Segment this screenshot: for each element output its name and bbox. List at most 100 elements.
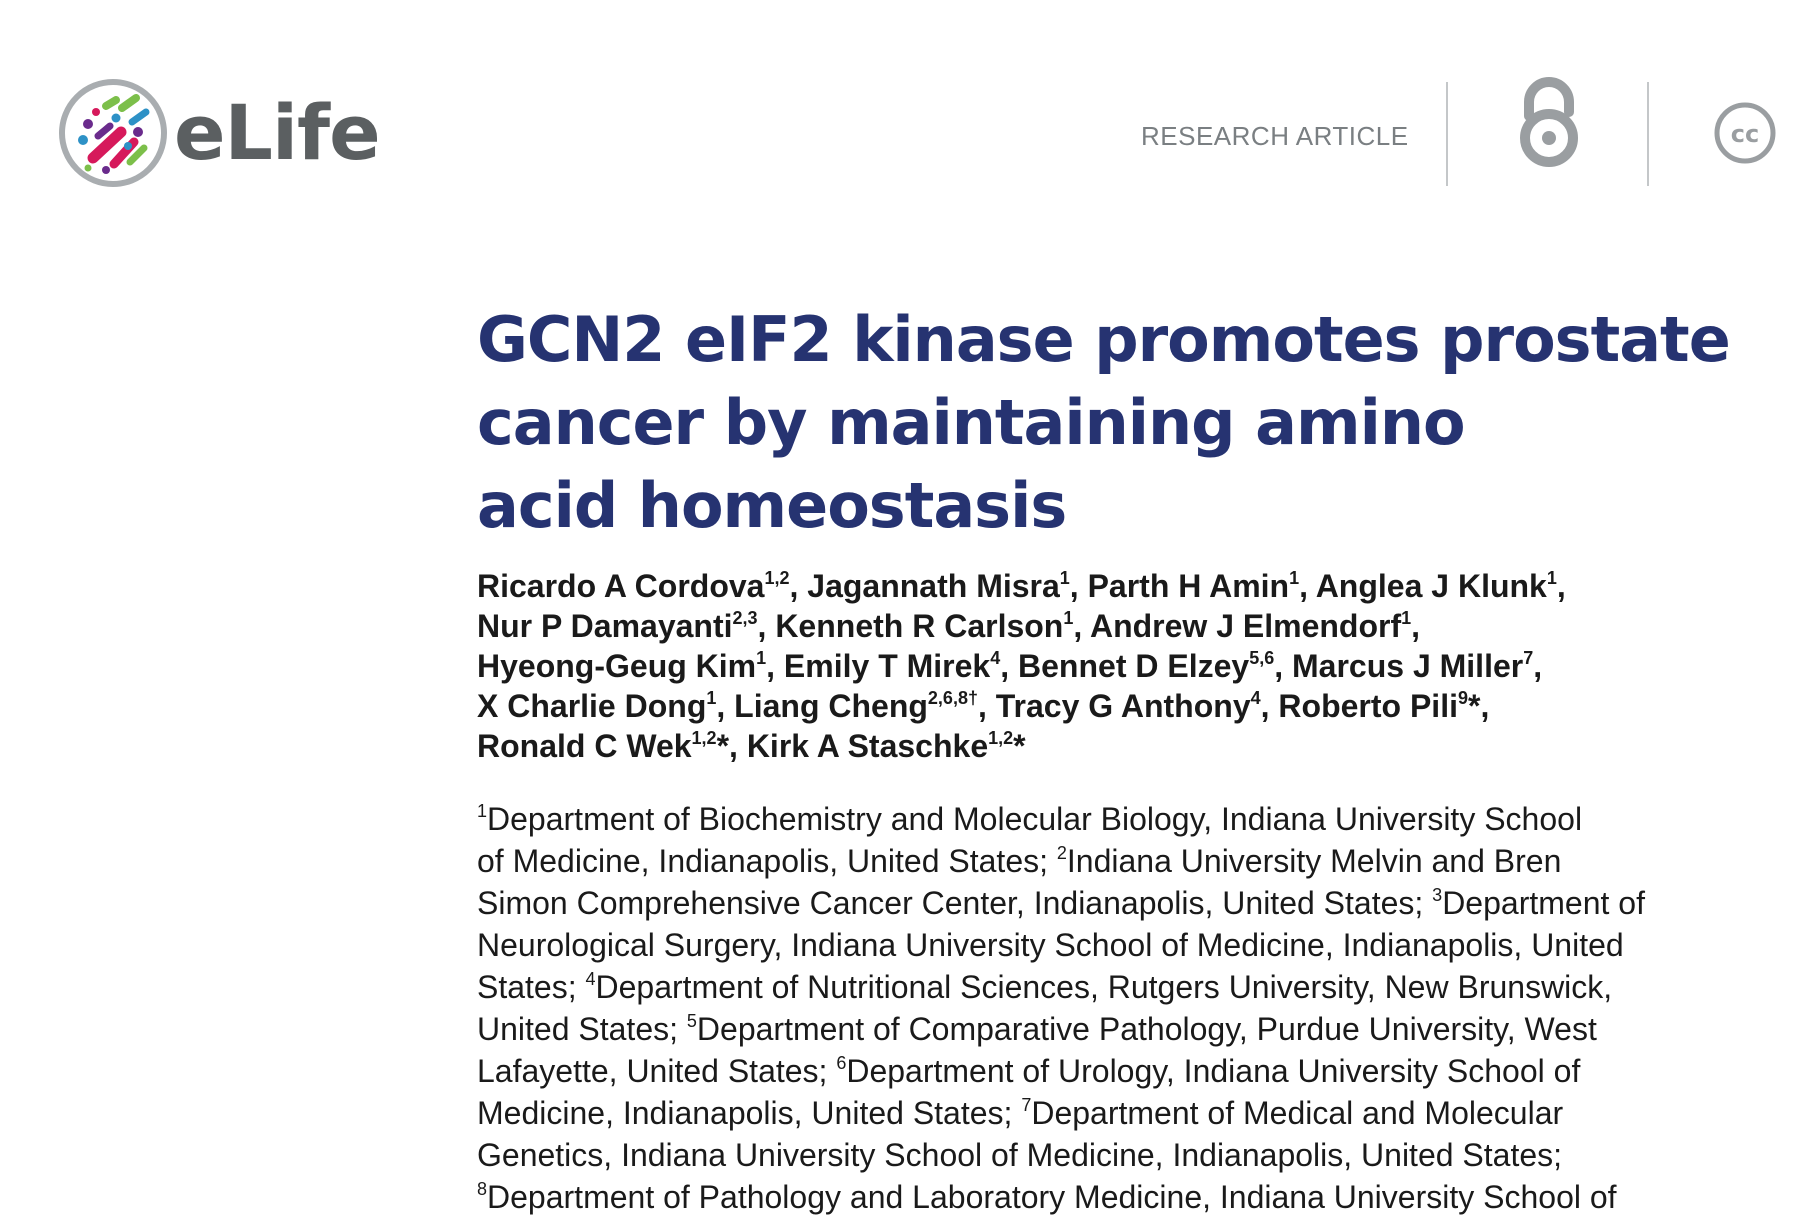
author-name[interactable]: Bennet D Elzey (1018, 648, 1249, 684)
affiliation-line: Genetics, Indiana University School of M… (477, 1134, 1767, 1176)
author-separator: , (1000, 648, 1019, 684)
affiliation-line: Neurological Surgery, Indiana University… (477, 924, 1767, 966)
author-affiliation-ref: 4 (990, 648, 1001, 668)
author-name[interactable]: Kirk A Staschke (747, 728, 988, 764)
header-divider (1446, 82, 1448, 186)
author-separator: , (1069, 568, 1088, 604)
affiliation-line: Medicine, Indianapolis, United States; 7… (477, 1092, 1767, 1134)
author-separator: , (1073, 608, 1090, 644)
author-name[interactable]: X Charlie Dong (477, 688, 706, 724)
affiliation-text: Lafayette, United States; (477, 1053, 837, 1089)
affiliation-text: Department of (1442, 885, 1645, 921)
title-line: acid homeostasis (477, 469, 1067, 542)
affiliation-list: 1Department of Biochemistry and Molecula… (477, 798, 1767, 1218)
header-divider (1647, 82, 1649, 186)
affiliation-number: 3 (1432, 885, 1443, 905)
affiliation-text: Indiana University Melvin and Bren (1066, 843, 1562, 879)
author-separator: , (977, 688, 996, 724)
affiliation-line: States; 4Department of Nutritional Scien… (477, 966, 1767, 1008)
author-affiliation-ref: 1 (1401, 608, 1412, 628)
author-name[interactable]: Andrew J Elmendorf (1090, 608, 1401, 644)
affiliation-text: Department of Pathology and Laboratory M… (487, 1179, 1617, 1215)
author-name[interactable]: Liang Cheng (734, 688, 928, 724)
author-affiliation-ref: 1,2 (764, 568, 790, 588)
author-affiliation-ref: 2,3 (732, 608, 758, 628)
author-affiliation-ref: 1 (1059, 568, 1070, 588)
author-name[interactable]: Ricardo A Cordova (477, 568, 764, 604)
author-name[interactable]: Parth H Amin (1088, 568, 1290, 604)
affiliation-line: Lafayette, United States; 6Department of… (477, 1050, 1767, 1092)
affiliation-number: 7 (1021, 1095, 1032, 1115)
author-separator: , (1274, 648, 1292, 684)
author-list: Ricardo A Cordova1,2, Jagannath Misra1, … (477, 566, 1767, 766)
affiliation-text: United States; (477, 1011, 687, 1047)
author-separator: , (1556, 568, 1566, 604)
author-name[interactable]: Nur P Damayanti (477, 608, 733, 644)
author-affiliation-ref: 4 (1250, 688, 1261, 708)
author-name[interactable]: Ronald C Wek (477, 728, 692, 764)
affiliation-text: Department of Urology, Indiana Universit… (846, 1053, 1581, 1089)
author-name[interactable]: Tracy G Anthony (996, 688, 1251, 724)
affiliation-text: of Medicine, Indianapolis, United States… (477, 843, 1057, 879)
author-line: Ronald C Wek1,2*, Kirk A Staschke1,2* (477, 726, 1767, 766)
author-line: X Charlie Dong1, Liang Cheng2,6,8†, Trac… (477, 686, 1767, 726)
author-affiliation-ref: 9 (1457, 688, 1468, 708)
affiliation-text: Genetics, Indiana University School of M… (477, 1137, 1563, 1173)
elife-logo-icon (59, 79, 167, 187)
affiliation-number: 5 (686, 1011, 697, 1031)
affiliation-line: United States; 5Department of Comparativ… (477, 1008, 1767, 1050)
author-separator: , (1533, 648, 1543, 684)
author-name[interactable]: Kenneth R Carlson (775, 608, 1063, 644)
article-first-page: eLife RESEARCH ARTICLE cc GCN2 eIF2 kina… (0, 0, 1800, 1215)
author-affiliation-ref: 1 (706, 688, 717, 708)
author-separator: , (1260, 688, 1279, 724)
author-separator: *, (1467, 688, 1490, 724)
author-line: Nur P Damayanti2,3, Kenneth R Carlson1, … (477, 606, 1767, 646)
affiliation-text: States; (477, 969, 586, 1005)
open-access-icon[interactable] (1515, 72, 1583, 175)
creative-commons-icon[interactable]: cc (1713, 101, 1777, 170)
author-line: Ricardo A Cordova1,2, Jagannath Misra1, … (477, 566, 1767, 606)
author-separator: , (789, 568, 808, 604)
affiliation-number: 4 (585, 969, 596, 989)
affiliation-text: Department of Comparative Pathology, Pur… (696, 1011, 1597, 1047)
author-separator: , (1411, 608, 1421, 644)
author-affiliation-ref: 1 (756, 648, 767, 668)
author-separator: , (1299, 568, 1316, 604)
affiliation-line: 8Department of Pathology and Laboratory … (477, 1176, 1767, 1218)
affiliation-text: Department of Biochemistry and Molecular… (487, 801, 1583, 837)
author-name[interactable]: Jagannath Misra (807, 568, 1060, 604)
author-name[interactable]: Emily T Mirek (784, 648, 990, 684)
affiliation-text: Department of Nutritional Sciences, Rutg… (595, 969, 1613, 1005)
affiliation-line: 1Department of Biochemistry and Molecula… (477, 798, 1767, 840)
author-separator: , (716, 688, 735, 724)
author-name[interactable]: Roberto Pili (1278, 688, 1458, 724)
author-separator: , (757, 608, 776, 644)
affiliation-number: 8 (477, 1179, 488, 1199)
affiliation-text: Medicine, Indianapolis, United States; (477, 1095, 1022, 1131)
author-affiliation-ref: 1 (1289, 568, 1300, 588)
author-affiliation-ref: 1,2 (691, 728, 717, 748)
author-affiliation-ref: 7 (1523, 648, 1534, 668)
brand-name: eLife (174, 88, 381, 177)
title-line: GCN2 eIF2 kinase promotes prostate (477, 303, 1731, 376)
author-affiliation-ref: 1 (1063, 608, 1074, 628)
affiliation-text: Simon Comprehensive Cancer Center, India… (477, 885, 1433, 921)
elife-logo[interactable]: eLife (58, 78, 381, 188)
svg-text:cc: cc (1731, 120, 1759, 148)
author-name[interactable]: Hyeong-Geug Kim (477, 648, 756, 684)
affiliation-number: 1 (477, 801, 488, 821)
author-name[interactable]: Marcus J Miller (1292, 648, 1523, 684)
affiliation-text: Department of Medical and Molecular (1031, 1095, 1564, 1131)
article-type-label: RESEARCH ARTICLE (1141, 121, 1409, 151)
affiliation-text: Neurological Surgery, Indiana University… (477, 927, 1624, 963)
author-affiliation-ref: 1 (1546, 568, 1557, 588)
author-affiliation-ref: 5,6 (1249, 648, 1275, 668)
affiliation-number: 2 (1056, 843, 1067, 863)
author-separator: , (766, 648, 784, 684)
affiliation-line: Simon Comprehensive Cancer Center, India… (477, 882, 1767, 924)
author-name[interactable]: Anglea J Klunk (1316, 568, 1547, 604)
author-line: Hyeong-Geug Kim1, Emily T Mirek4, Bennet… (477, 646, 1767, 686)
author-separator: * (1013, 728, 1026, 764)
affiliation-line: of Medicine, Indianapolis, United States… (477, 840, 1767, 882)
